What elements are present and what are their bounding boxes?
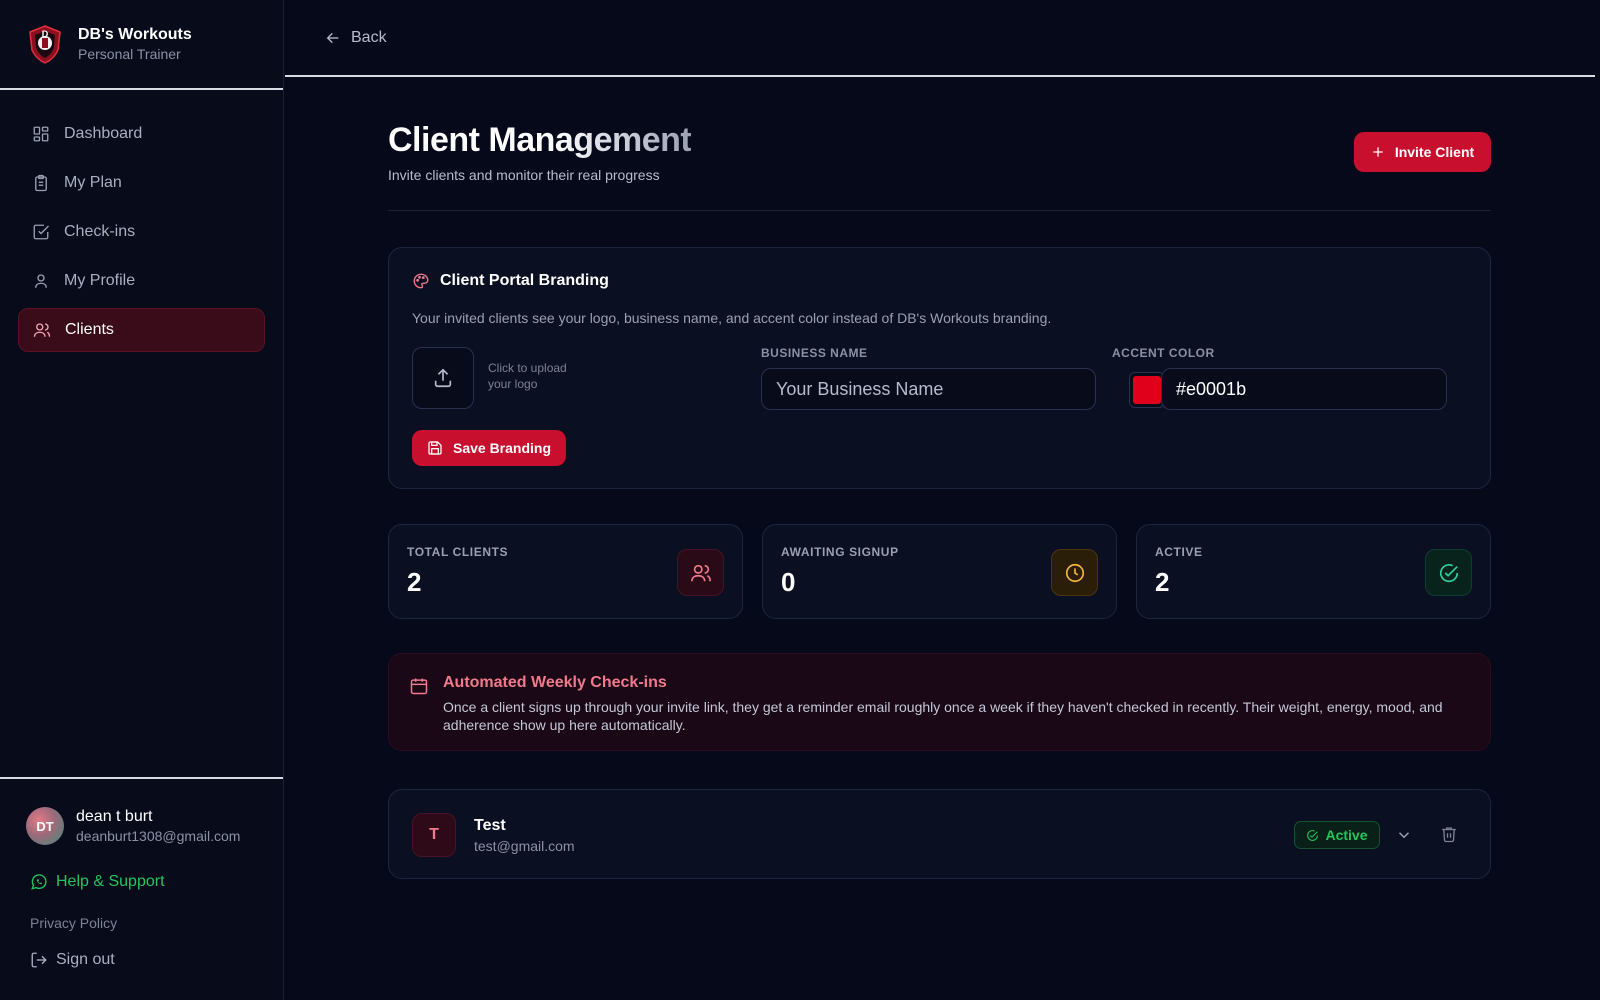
client-row[interactable]: T Test test@gmail.com Active	[388, 789, 1491, 879]
upload-icon	[432, 367, 454, 389]
brand: D DB's Workouts Personal Trainer	[0, 0, 283, 90]
save-icon	[427, 440, 443, 456]
back-button[interactable]: Back	[325, 29, 387, 47]
business-name-label: BUSINESS NAME	[761, 346, 868, 360]
calendar-icon	[410, 678, 428, 695]
clipboard-icon	[32, 174, 50, 192]
accent-color-swatch[interactable]	[1129, 372, 1165, 408]
trash-icon	[1440, 825, 1458, 843]
brand-subtitle: Personal Trainer	[78, 46, 181, 62]
accent-color-input[interactable]	[1161, 368, 1447, 410]
topbar: Back	[285, 0, 1595, 77]
check-circle-icon	[1306, 829, 1319, 842]
dashboard-icon	[32, 125, 50, 143]
sidebar: D DB's Workouts Personal Trainer Dashboa…	[0, 0, 284, 1000]
stat-active: ACTIVE 2	[1136, 524, 1491, 619]
sidebar-item-label: Clients	[65, 321, 114, 338]
users-icon	[677, 549, 724, 596]
accent-color-label: ACCENT COLOR	[1112, 346, 1215, 360]
delete-client-button[interactable]	[1440, 825, 1458, 843]
invite-client-label: Invite Client	[1394, 144, 1475, 160]
sidebar-item-label: Check-ins	[64, 223, 136, 240]
chevron-down-icon	[1395, 826, 1413, 844]
branding-title: Client Portal Branding	[440, 272, 609, 289]
notice-title: Automated Weekly Check-ins	[443, 674, 667, 691]
notice-text: Once a client signs up through your invi…	[443, 699, 1443, 733]
sidebar-item-label: Dashboard	[64, 125, 143, 142]
client-email: test@gmail.com	[474, 838, 575, 854]
save-branding-label: Save Branding	[452, 440, 552, 456]
sidebar-item-check-ins[interactable]: Check-ins	[18, 210, 265, 254]
brand-name: DB's Workouts	[78, 26, 192, 43]
client-name: Test	[474, 817, 506, 834]
sign-out-icon	[30, 951, 48, 969]
user-email: deanburt1308@gmail.com	[76, 828, 241, 844]
main-content: Client Management Invite clients and mon…	[388, 77, 1491, 879]
page-subtitle: Invite clients and monitor their real pr…	[388, 167, 660, 183]
help-support-link[interactable]: Help & Support	[26, 873, 257, 891]
invite-client-button[interactable]: Invite Client	[1354, 132, 1491, 172]
whatsapp-icon	[30, 873, 48, 891]
check-circle-icon	[1425, 549, 1472, 596]
user-card[interactable]: DT dean t burt deanburt1308@gmail.com	[26, 807, 257, 845]
client-avatar: T	[412, 813, 456, 857]
sidebar-item-clients[interactable]: Clients	[18, 308, 265, 352]
stat-total-clients: TOTAL CLIENTS 2	[388, 524, 743, 619]
branding-description: Your invited clients see your logo, busi…	[412, 310, 1052, 326]
weekly-checkins-notice: Automated Weekly Check-ins Once a client…	[388, 653, 1491, 751]
back-label: Back	[351, 28, 387, 46]
arrow-left-icon	[325, 30, 341, 46]
sidebar-item-my-plan[interactable]: My Plan	[18, 161, 265, 205]
sidebar-nav: Dashboard My Plan Check-ins My Profile C…	[0, 90, 283, 352]
avatar: DT	[26, 807, 64, 845]
user-icon	[32, 272, 50, 290]
expand-client-button[interactable]	[1395, 826, 1413, 844]
page-header: Client Management Invite clients and mon…	[388, 77, 1491, 211]
palette-icon	[412, 272, 430, 290]
branding-header: Client Portal Branding	[412, 272, 1467, 290]
page-title: Client Management	[388, 121, 692, 159]
logo-upload-button[interactable]	[412, 347, 474, 409]
help-support-label: Help & Support	[56, 873, 165, 890]
plus-icon	[1371, 145, 1385, 159]
sign-out-button[interactable]: Sign out	[26, 951, 257, 969]
stats-row: TOTAL CLIENTS 2 AWAITING SIGNUP 0 ACTIVE…	[388, 524, 1491, 619]
check-square-icon	[32, 223, 50, 241]
privacy-policy-link[interactable]: Privacy Policy	[26, 915, 257, 931]
svg-text:D: D	[42, 29, 49, 39]
users-icon	[33, 321, 51, 339]
accent-color-preview	[1133, 376, 1161, 404]
sidebar-footer: DT dean t burt deanburt1308@gmail.com He…	[0, 777, 283, 1000]
status-label: Active	[1325, 827, 1368, 843]
business-name-input[interactable]	[761, 368, 1096, 410]
clock-icon	[1051, 549, 1098, 596]
stat-awaiting-signup: AWAITING SIGNUP 0	[762, 524, 1117, 619]
sidebar-item-dashboard[interactable]: Dashboard	[18, 112, 265, 156]
sidebar-item-my-profile[interactable]: My Profile	[18, 259, 265, 303]
sign-out-label: Sign out	[56, 951, 115, 968]
sidebar-item-label: My Plan	[64, 174, 122, 191]
upload-hint: Click to upload your logo	[488, 361, 567, 391]
status-badge: Active	[1294, 821, 1380, 849]
branding-card: Client Portal Branding Your invited clie…	[388, 247, 1491, 489]
user-name: dean t burt	[76, 808, 153, 825]
shield-logo-icon: D	[26, 24, 64, 64]
sidebar-item-label: My Profile	[64, 272, 136, 289]
save-branding-button[interactable]: Save Branding	[412, 430, 566, 466]
